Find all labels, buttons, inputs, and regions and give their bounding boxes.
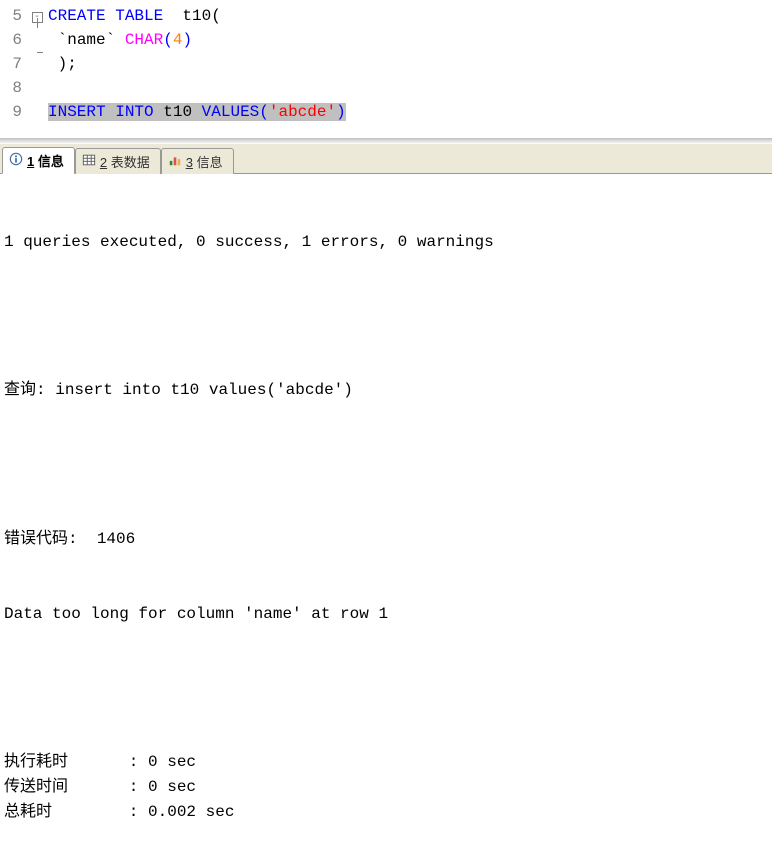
line-number: 6 (0, 28, 28, 52)
tab-info[interactable]: 1 信息 (2, 147, 75, 174)
output-panel: 1 queries executed, 0 success, 1 errors,… (0, 174, 772, 854)
fold-gutter[interactable]: - (28, 4, 46, 28)
error-code-value: 1406 (97, 530, 135, 548)
line-number: 8 (0, 76, 28, 100)
timing-value: : 0.002 sec (100, 800, 234, 825)
tab-info2[interactable]: 3 信息 (161, 148, 234, 174)
timing-label: 执行耗时 (4, 750, 100, 775)
code-text[interactable]: INSERT INTO t10 VALUES('abcde') (46, 100, 346, 124)
line-number: 9 (0, 100, 28, 124)
timing-label: 传送时间 (4, 775, 100, 800)
code-text[interactable]: `name` CHAR(4) (46, 28, 192, 52)
timing-value: : 0 sec (100, 750, 196, 775)
timing-stat-row: 总耗时 : 0.002 sec (4, 800, 768, 825)
table-icon (82, 153, 96, 170)
timing-label: 总耗时 (4, 800, 100, 825)
line-number: 7 (0, 52, 28, 76)
code-editor[interactable]: 5-CREATE TABLE t10(6 `name` CHAR(4)7 );8… (0, 0, 772, 132)
tab-tabledata[interactable]: 2 表数据 (75, 148, 161, 174)
error-code-label: 错误代码 (4, 530, 68, 547)
error-message-line: Data too long for column 'name' at row 1 (4, 602, 768, 627)
output-tabbar: 1 信息 2 表数据 3 信息 (0, 144, 772, 174)
code-text[interactable]: ); (46, 52, 77, 76)
code-line[interactable]: 5-CREATE TABLE t10( (0, 4, 772, 28)
timing-stat-row: 执行耗时 : 0 sec (4, 750, 768, 775)
tab-label: 1 信息 (27, 151, 64, 170)
query-line: 查询: insert into t10 values('abcde') (4, 378, 768, 403)
result-summary: 1 queries executed, 0 success, 1 errors,… (4, 230, 768, 255)
query-label: 查询 (4, 381, 36, 398)
timing-stats: 执行耗时 : 0 sec传送时间 : 0 sec总耗时 : 0.002 sec (4, 750, 768, 824)
code-line[interactable]: 8 (0, 76, 772, 100)
tab-label: 3 信息 (186, 152, 223, 171)
error-code-line: 错误代码: 1406 (4, 527, 768, 552)
code-line[interactable]: 6 `name` CHAR(4) (0, 28, 772, 52)
line-number: 5 (0, 4, 28, 28)
timing-value: : 0 sec (100, 775, 196, 800)
info-icon (9, 152, 23, 169)
code-text[interactable]: CREATE TABLE t10( (46, 4, 221, 28)
query-text: insert into t10 values('abcde') (55, 381, 353, 399)
timing-stat-row: 传送时间 : 0 sec (4, 775, 768, 800)
code-line[interactable]: 7 ); (0, 52, 772, 76)
code-line[interactable]: 9 INSERT INTO t10 VALUES('abcde') (0, 100, 772, 124)
tab-label: 2 表数据 (100, 152, 150, 171)
chart-icon (168, 153, 182, 170)
